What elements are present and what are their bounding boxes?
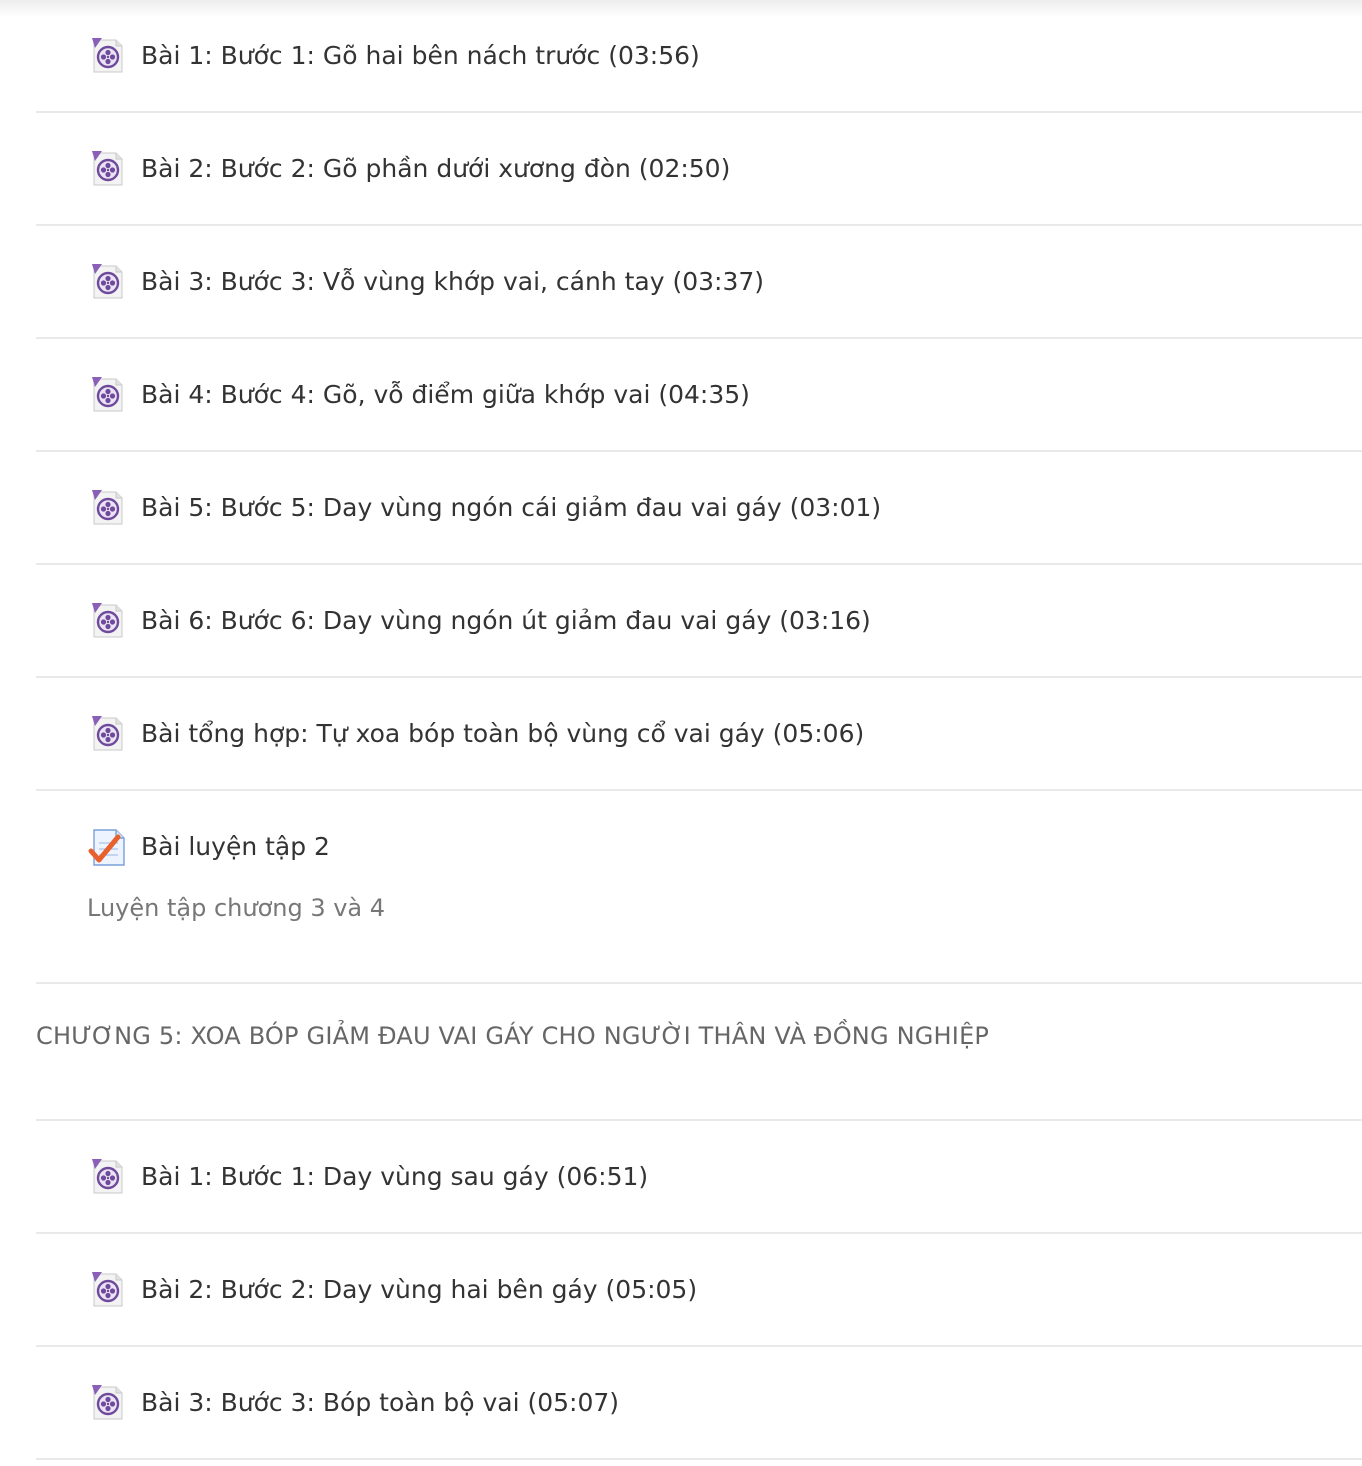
quiz-description: Luyện tập chương 3 và 4	[87, 894, 386, 922]
list-item: Bài 3: Bước 3: Bóp toàn bộ vai (05:07)	[36, 1347, 1362, 1460]
list-item: Bài 1: Bước 1: Day vùng sau gáy (06:51)	[36, 1121, 1362, 1234]
list-item: Bài 3: Bước 3: Vỗ vùng khớp vai, cánh ta…	[36, 226, 1362, 339]
course-content-list: Bài 1: Bước 1: Gõ hai bên nách trước (03…	[36, 0, 1362, 1460]
section-title: CHƯƠNG 5: XOA BÓP GIẢM ĐAU VAI GÁY CHO N…	[36, 1022, 990, 1050]
quiz-label: Bài luyện tập 2	[141, 832, 330, 861]
list-item: Bài 2: Bước 2: Gõ phần dưới xương đòn (0…	[36, 113, 1362, 226]
video-lesson-icon	[88, 1157, 128, 1197]
lesson-label: Bài tổng hợp: Tự xoa bóp toàn bộ vùng cổ…	[141, 719, 865, 748]
lesson-link[interactable]: Bài 4: Bước 4: Gõ, vỗ điểm giữa khớp vai…	[88, 375, 750, 415]
list-item: Bài 2: Bước 2: Day vùng hai bên gáy (05:…	[36, 1234, 1362, 1347]
quiz-link[interactable]: Bài luyện tập 2	[88, 827, 330, 867]
lesson-label: Bài 6: Bước 6: Day vùng ngón út giảm đau…	[141, 606, 871, 635]
quiz-checkmark-icon	[88, 827, 128, 867]
lesson-label: Bài 4: Bước 4: Gõ, vỗ điểm giữa khớp vai…	[141, 380, 750, 409]
lesson-link[interactable]: Bài tổng hợp: Tự xoa bóp toàn bộ vùng cổ…	[88, 714, 864, 754]
lesson-link[interactable]: Bài 2: Bước 2: Day vùng hai bên gáy (05:…	[88, 1270, 697, 1310]
lesson-link[interactable]: Bài 3: Bước 3: Vỗ vùng khớp vai, cánh ta…	[88, 262, 764, 302]
section-header: CHƯƠNG 5: XOA BÓP GIẢM ĐAU VAI GÁY CHO N…	[36, 984, 1362, 1121]
video-lesson-icon	[88, 262, 128, 302]
lesson-label: Bài 2: Bước 2: Gõ phần dưới xương đòn (0…	[141, 154, 731, 183]
list-item: Bài tổng hợp: Tự xoa bóp toàn bộ vùng cổ…	[36, 678, 1362, 791]
video-lesson-icon	[88, 149, 128, 189]
list-item: Bài 5: Bước 5: Day vùng ngón cái giảm đa…	[36, 452, 1362, 565]
video-lesson-icon	[88, 36, 128, 76]
lesson-link[interactable]: Bài 1: Bước 1: Day vùng sau gáy (06:51)	[88, 1157, 648, 1197]
list-item: Bài 4: Bước 4: Gõ, vỗ điểm giữa khớp vai…	[36, 339, 1362, 452]
lesson-link[interactable]: Bài 5: Bước 5: Day vùng ngón cái giảm đa…	[88, 488, 881, 528]
video-lesson-icon	[88, 1383, 128, 1423]
list-item: Bài 1: Bước 1: Gõ hai bên nách trước (03…	[36, 0, 1362, 113]
list-item: Bài 6: Bước 6: Day vùng ngón út giảm đau…	[36, 565, 1362, 678]
lesson-label: Bài 2: Bước 2: Day vùng hai bên gáy (05:…	[141, 1275, 698, 1304]
lesson-label: Bài 1: Bước 1: Gõ hai bên nách trước (03…	[141, 41, 700, 70]
lesson-label: Bài 3: Bước 3: Bóp toàn bộ vai (05:07)	[141, 1388, 620, 1417]
video-lesson-icon	[88, 714, 128, 754]
quiz-item: Bài luyện tập 2 Luyện tập chương 3 và 4	[36, 791, 1362, 984]
video-lesson-icon	[88, 375, 128, 415]
lesson-link[interactable]: Bài 2: Bước 2: Gõ phần dưới xương đòn (0…	[88, 149, 730, 189]
video-lesson-icon	[88, 1270, 128, 1310]
video-lesson-icon	[88, 488, 128, 528]
lesson-link[interactable]: Bài 1: Bước 1: Gõ hai bên nách trước (03…	[88, 36, 700, 76]
lesson-label: Bài 5: Bước 5: Day vùng ngón cái giảm đa…	[141, 493, 882, 522]
lesson-label: Bài 3: Bước 3: Vỗ vùng khớp vai, cánh ta…	[141, 267, 765, 296]
lesson-link[interactable]: Bài 3: Bước 3: Bóp toàn bộ vai (05:07)	[88, 1383, 619, 1423]
lesson-link[interactable]: Bài 6: Bước 6: Day vùng ngón út giảm đau…	[88, 601, 871, 641]
lesson-label: Bài 1: Bước 1: Day vùng sau gáy (06:51)	[141, 1162, 649, 1191]
video-lesson-icon	[88, 601, 128, 641]
